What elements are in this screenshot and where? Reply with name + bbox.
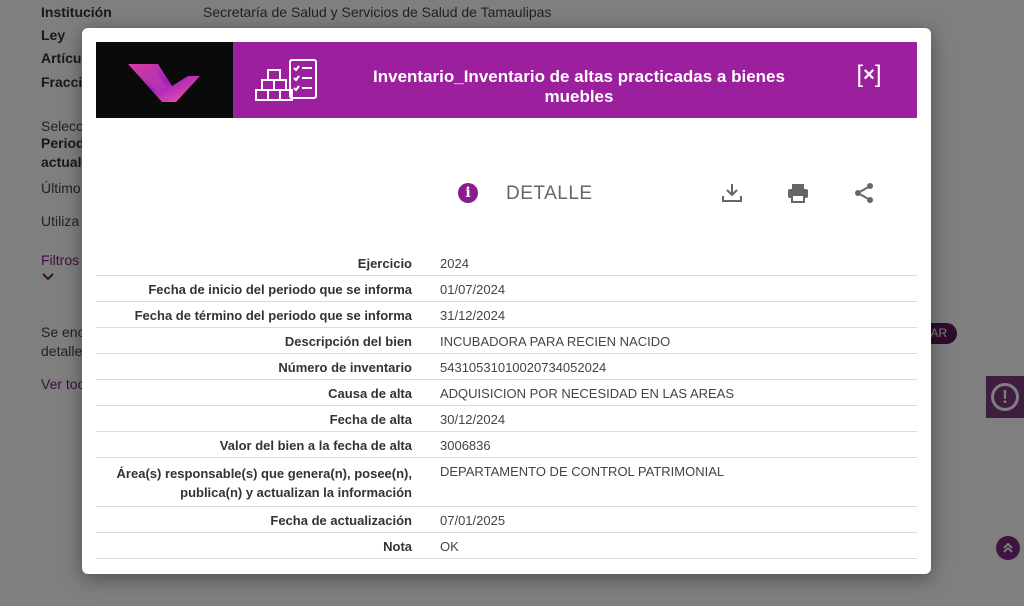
row-key: Ejercicio [357, 256, 412, 271]
table-row: Fecha de alta 30/12/2024 [96, 406, 917, 432]
row-value: DEPARTAMENTO DE CONTROL PATRIMONIAL [440, 464, 725, 479]
detail-heading: DETALLE [506, 183, 593, 204]
table-row: Causa de alta ADQUISICION POR NECESIDAD … [96, 380, 917, 406]
row-key: Descripción del bien [284, 334, 412, 349]
detail-table: Ejercicio 2024 Fecha de inicio del perio… [96, 250, 917, 559]
table-row: Fecha de término del periodo que se info… [96, 302, 917, 328]
download-icon[interactable] [720, 181, 744, 205]
row-key: Fecha de inicio del periodo que se infor… [148, 282, 412, 297]
row-key: Fecha de alta [329, 412, 412, 427]
row-value: 31/12/2024 [440, 308, 506, 323]
inventory-icon [254, 58, 320, 104]
share-icon[interactable] [852, 181, 876, 205]
row-key: Fecha de actualización [270, 513, 412, 528]
table-row: Descripción del bien INCUBADORA PARA REC… [96, 328, 917, 354]
table-row: Fecha de inicio del periodo que se infor… [96, 276, 917, 302]
close-icon[interactable]: [×] [851, 60, 887, 90]
row-key: Causa de alta [328, 386, 412, 401]
row-key: Número de inventario [278, 360, 412, 375]
table-row: Área(s) responsable(s) que genera(n), po… [96, 458, 917, 507]
row-value: 07/01/2025 [440, 513, 506, 528]
table-row: Nota OK [96, 533, 917, 559]
detail-toolbar: i DETALLE [82, 183, 931, 213]
row-value: 3006836 [440, 438, 491, 453]
row-value: INCUBADORA PARA RECIEN NACIDO [440, 334, 671, 349]
row-key: Valor del bien a la fecha de alta [219, 438, 412, 453]
table-row: Valor del bien a la fecha de alta 300683… [96, 432, 917, 458]
row-key: Área(s) responsable(s) que genera(n), po… [116, 466, 412, 500]
logo-icon [96, 42, 233, 118]
modal-header: Inventario_Inventario de altas practicad… [96, 42, 917, 118]
row-value: 5431053101002073405202​4 [440, 360, 607, 375]
info-icon: i [458, 183, 478, 203]
row-value: 30/12/2024 [440, 412, 506, 427]
row-key: Nota [383, 539, 412, 554]
row-value: 01/07/2024 [440, 282, 506, 297]
row-value: OK [440, 539, 459, 554]
modal-title: Inventario_Inventario de altas practicad… [373, 67, 785, 106]
table-row: Número de inventario 5431053101002073405… [96, 354, 917, 380]
row-value: ADQUISICION POR NECESIDAD EN LAS AREAS [440, 386, 735, 401]
row-key: Fecha de término del periodo que se info… [134, 308, 412, 323]
print-icon[interactable] [786, 181, 810, 205]
table-row: Ejercicio 2024 [96, 250, 917, 276]
table-row: Fecha de actualización 07/01/2025 [96, 507, 917, 533]
detail-modal: Inventario_Inventario de altas practicad… [82, 28, 931, 574]
row-value: 2024 [440, 256, 469, 271]
